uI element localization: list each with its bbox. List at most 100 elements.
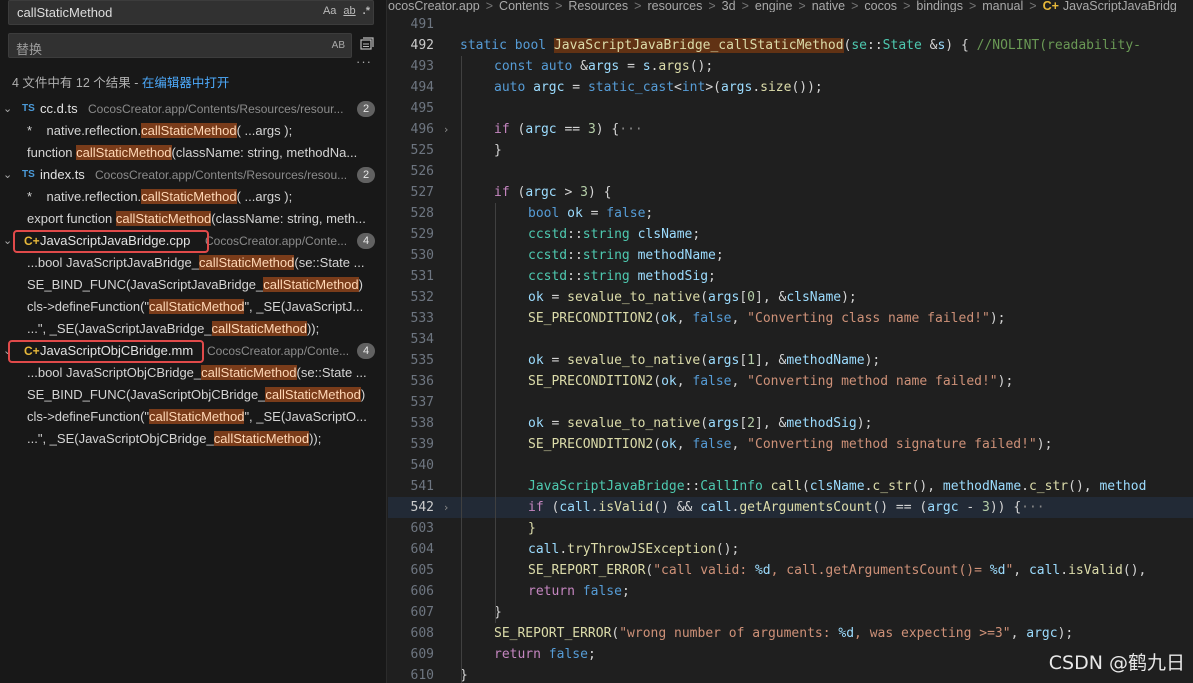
code-line[interactable]: 494 auto argc = static_cast<int>(args.siz… (388, 77, 1193, 98)
line-number: 534 (410, 332, 434, 347)
code-line[interactable]: 604 call.tryThrowJSException(); (388, 539, 1193, 560)
result-match[interactable]: cls->defineFunction("callStaticMethod", … (0, 406, 386, 428)
code-line[interactable]: 605 SE_REPORT_ERROR("call valid: %d, call… (388, 560, 1193, 581)
result-match[interactable]: function callStaticMethod(className: str… (0, 142, 386, 164)
code-token: . (1060, 563, 1069, 578)
match-highlight: callStaticMethod (76, 145, 172, 160)
result-match[interactable]: * native.reflection.callStaticMethod( ..… (0, 120, 386, 142)
code-editor[interactable]: ocosCreator.app > Contents > Resources > resou… (388, 0, 1193, 683)
code-line[interactable]: 493 const auto &args = s.args(); (388, 56, 1193, 77)
fold-chevron-icon[interactable]: › (444, 119, 448, 140)
result-match[interactable]: cls->defineFunction("callStaticMethod", … (0, 296, 386, 318)
code-token: %d (989, 563, 1006, 578)
line-number: 533 (410, 311, 434, 326)
breadcrumb-item[interactable]: native (812, 0, 845, 12)
breadcrumb-item[interactable]: Contents (499, 0, 549, 12)
result-match[interactable]: ...", _SE(JavaScriptObjCBridge_callStati… (0, 428, 386, 450)
code-line[interactable]: 537 (388, 392, 1193, 413)
match-suffix: (className: string, methodNa... (171, 145, 358, 160)
code-token: :: (567, 227, 583, 242)
breadcrumb-item[interactable]: ocosCreator.app (388, 0, 480, 12)
match-prefix: SE_BIND_FUNC(JavaScriptJavaBridge_ (27, 277, 264, 292)
match-highlight: callStaticMethod (211, 321, 307, 336)
code-line[interactable]: 495 (388, 98, 1193, 119)
replace-all-icon[interactable] (358, 36, 376, 54)
breadcrumb-item[interactable]: resources (647, 0, 702, 12)
code-line[interactable]: 492 static bool JavaScriptJavaBridge_call… (388, 35, 1193, 56)
breadcrumb-separator: > (555, 0, 563, 12)
code-line[interactable]: 538 ok = sevalue_to_native(args[2], &meth… (388, 413, 1193, 434)
code-line[interactable]: 603} (388, 518, 1193, 539)
fold-chevron-icon[interactable]: › (444, 497, 448, 518)
code-line[interactable]: 533 SE_PRECONDITION2(ok, false, "Converti… (388, 308, 1193, 329)
code-line[interactable]: 530 ccstd::string methodName; (388, 245, 1193, 266)
code-line[interactable]: 536 SE_PRECONDITION2(ok, false, "Converti… (388, 371, 1193, 392)
result-match[interactable]: ...", _SE(JavaScriptJavaBridge_callStati… (0, 318, 386, 340)
code-line[interactable]: 539 SE_PRECONDITION2(ok, false, "Converti… (388, 434, 1193, 455)
breadcrumb-item[interactable]: engine (755, 0, 793, 12)
code-token: ); (1057, 626, 1074, 641)
code-line[interactable]: 541 JavaScriptJavaBridge::CallInfo call(c… (388, 476, 1193, 497)
result-match[interactable]: SE_BIND_FUNC(JavaScriptJavaBridge_callSt… (0, 274, 386, 296)
code-line[interactable]: 526 (388, 161, 1193, 182)
search-input[interactable]: callStaticMethod Aa ab .* (8, 0, 374, 25)
result-match[interactable]: SE_BIND_FUNC(JavaScriptObjCBridge_callSt… (0, 384, 386, 406)
code-token: = (572, 80, 588, 95)
search-options: Aa ab .* (323, 5, 370, 17)
line-number: 538 (410, 416, 434, 431)
whole-word-toggle[interactable]: ab (343, 5, 355, 17)
match-suffix: ) (360, 387, 366, 402)
highlight-box-mm (8, 340, 204, 363)
code-line[interactable]: 528 bool ok = false; (388, 203, 1193, 224)
code-line[interactable]: 496 › if (argc == 3) {··· (388, 119, 1193, 140)
breadcrumb-item[interactable]: manual (982, 0, 1023, 12)
code-line[interactable]: 608 SE_REPORT_ERROR("wrong number of argu… (388, 623, 1193, 644)
code-token: ccstd (528, 269, 568, 284)
breadcrumb-item[interactable]: bindings (916, 0, 963, 12)
breadcrumb-item[interactable]: Resources (568, 0, 628, 12)
code-token: CallInfo (700, 479, 771, 494)
chevron-down-icon[interactable]: ⌄ (3, 98, 12, 120)
result-file[interactable]: ⌄ TS cc.d.ts CocosCreator.app/Contents/Reso… (0, 98, 386, 120)
code-line[interactable]: 527 if (argc > 3) { (388, 182, 1193, 203)
chevron-down-icon[interactable]: ⌄ (3, 230, 12, 252)
regex-toggle[interactable]: .* (363, 5, 370, 17)
replace-input[interactable]: 替换 AB (8, 33, 352, 58)
breadcrumb-item[interactable]: 3d (722, 0, 736, 12)
code-line[interactable]: 540 (388, 455, 1193, 476)
code-line[interactable]: 529 ccstd::string clsName; (388, 224, 1193, 245)
search-query[interactable]: callStaticMethod (17, 5, 112, 20)
result-match[interactable]: ...bool JavaScriptObjCBridge_callStaticM… (0, 362, 386, 384)
result-match[interactable]: export function callStaticMethod(classNa… (0, 208, 386, 230)
match-prefix: * native.reflection. (27, 189, 142, 204)
code-token: SE_REPORT_ERROR (528, 563, 646, 578)
chevron-down-icon[interactable]: ⌄ (3, 164, 12, 186)
code-token: auto (494, 80, 534, 95)
code-token: ); (856, 416, 873, 431)
code-line[interactable]: 532 ok = sevalue_to_native(args[0], &clsN… (388, 287, 1193, 308)
open-in-editor-link[interactable]: 在编辑器中打开 (142, 76, 230, 90)
code-line[interactable]: 534 (388, 329, 1193, 350)
preserve-case-toggle[interactable]: AB (332, 40, 345, 51)
match-prefix: cls->defineFunction(" (27, 409, 150, 424)
code-token: 2 (747, 416, 755, 431)
code-line[interactable]: 542 › if (call.isValid() && call.getArgume… (388, 497, 1193, 518)
code-line[interactable]: 525} (388, 140, 1193, 161)
code-line[interactable]: 531 ccstd::string methodSig; (388, 266, 1193, 287)
breadcrumb-item[interactable]: JavaScriptJavaBridg (1063, 0, 1177, 12)
code-token: SE_PRECONDITION2 (528, 374, 654, 389)
code-line[interactable]: 607} (388, 602, 1193, 623)
match-suffix: (se::State ... (296, 365, 367, 380)
code-line[interactable]: 535 ok = sevalue_to_native(args[1], &meth… (388, 350, 1193, 371)
code-token: args (658, 59, 690, 74)
more-actions-icon[interactable]: ··· (356, 54, 372, 69)
code-line[interactable]: 491 (388, 14, 1193, 35)
result-match[interactable]: * native.reflection.callStaticMethod( ..… (0, 186, 386, 208)
breadcrumb-item[interactable]: cocos (864, 0, 897, 12)
match-case-toggle[interactable]: Aa (323, 5, 336, 17)
breadcrumb-separator: > (903, 0, 911, 12)
result-match[interactable]: ...bool JavaScriptJavaBridge_callStaticM… (0, 252, 386, 274)
line-number: 603 (410, 521, 434, 536)
code-line[interactable]: 606 return false; (388, 581, 1193, 602)
result-file[interactable]: ⌄ TS index.ts CocosCreator.app/Contents/Res… (0, 164, 386, 186)
